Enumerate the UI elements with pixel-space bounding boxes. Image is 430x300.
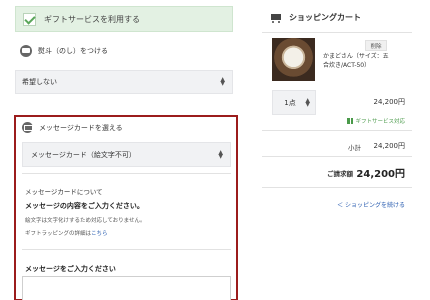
total-value: 24,200円 xyxy=(356,169,405,180)
cart-heading: ショッピングカート xyxy=(270,12,361,23)
delete-button[interactable]: 削除 xyxy=(365,40,387,51)
message-card-select[interactable]: メッセージカード（絵文字不可） ▲ ▼ xyxy=(22,142,231,167)
message-card-heading-label: メッセージカードを選える xyxy=(39,123,123,132)
cart-title: ショッピングカート xyxy=(289,13,361,22)
divider xyxy=(262,32,412,33)
divider xyxy=(262,130,412,131)
noshi-select[interactable]: 希望しない ▲ ▼ xyxy=(15,70,233,94)
gift-service-status-label: ギフトサービス対応 xyxy=(355,119,405,125)
emoji-note: 絵文字は文字化けするため対応しておりません。 xyxy=(25,218,146,224)
total-label: ご請求額 xyxy=(327,170,353,178)
gift-service-status: ギフトサービス対応 xyxy=(347,117,405,125)
check-icon[interactable] xyxy=(23,12,36,26)
quantity-select[interactable]: 1点 ▲ ▼ xyxy=(272,90,316,115)
noshi-heading: 熨斗（のし）をつける xyxy=(20,45,108,57)
noshi-heading-label: 熨斗（のし）をつける xyxy=(38,47,108,55)
subtotal-value: 24,200円 xyxy=(373,142,406,150)
product-name: かまどさん（サイズ：五合炊き/ACT-50） xyxy=(323,53,389,69)
noshi-icon xyxy=(20,45,32,57)
wrapping-details-link[interactable]: こちら xyxy=(91,231,108,237)
select-arrows-icon: ▲ ▼ xyxy=(218,148,223,160)
message-card-about: メッセージカードについて xyxy=(25,188,103,196)
message-input[interactable] xyxy=(22,276,231,300)
item-price: 24,200円 xyxy=(373,98,406,106)
gift-service-label: ギフトサービスを利用する xyxy=(44,14,140,24)
quantity-value: 1点 xyxy=(284,98,296,107)
noshi-select-value: 希望しない xyxy=(22,78,57,86)
message-input-label: メッセージをご入力ください xyxy=(25,265,116,273)
cart-icon xyxy=(270,13,281,23)
gift-service-toggle[interactable]: ギフトサービスを利用する xyxy=(15,6,233,32)
message-card-section: メッセージカードを選える メッセージカード（絵文字不可） ▲ ▼ メッセージカード… xyxy=(14,115,238,300)
message-card-icon xyxy=(22,122,33,133)
divider xyxy=(22,173,231,174)
subtotal-label: 小計 xyxy=(348,144,361,152)
wrapping-note: ギフトラッピングの詳細はこちら xyxy=(25,229,108,237)
select-arrows-icon: ▲ ▼ xyxy=(220,76,225,87)
gift-icon xyxy=(347,118,354,124)
product-image xyxy=(272,38,315,81)
select-arrows-icon: ▲ ▼ xyxy=(305,96,310,108)
divider xyxy=(262,187,412,188)
divider xyxy=(22,249,231,250)
wrapping-note-text: ギフトラッピングの詳細は xyxy=(25,231,92,237)
message-card-prompt: メッセージの内容をご入力ください。 xyxy=(25,202,144,210)
divider xyxy=(262,156,412,157)
message-card-select-value: メッセージカード（絵文字不可） xyxy=(31,150,136,159)
message-card-heading: メッセージカードを選える xyxy=(22,122,123,133)
continue-shopping-link[interactable]: ＜ ショッピングを続ける xyxy=(337,200,405,209)
